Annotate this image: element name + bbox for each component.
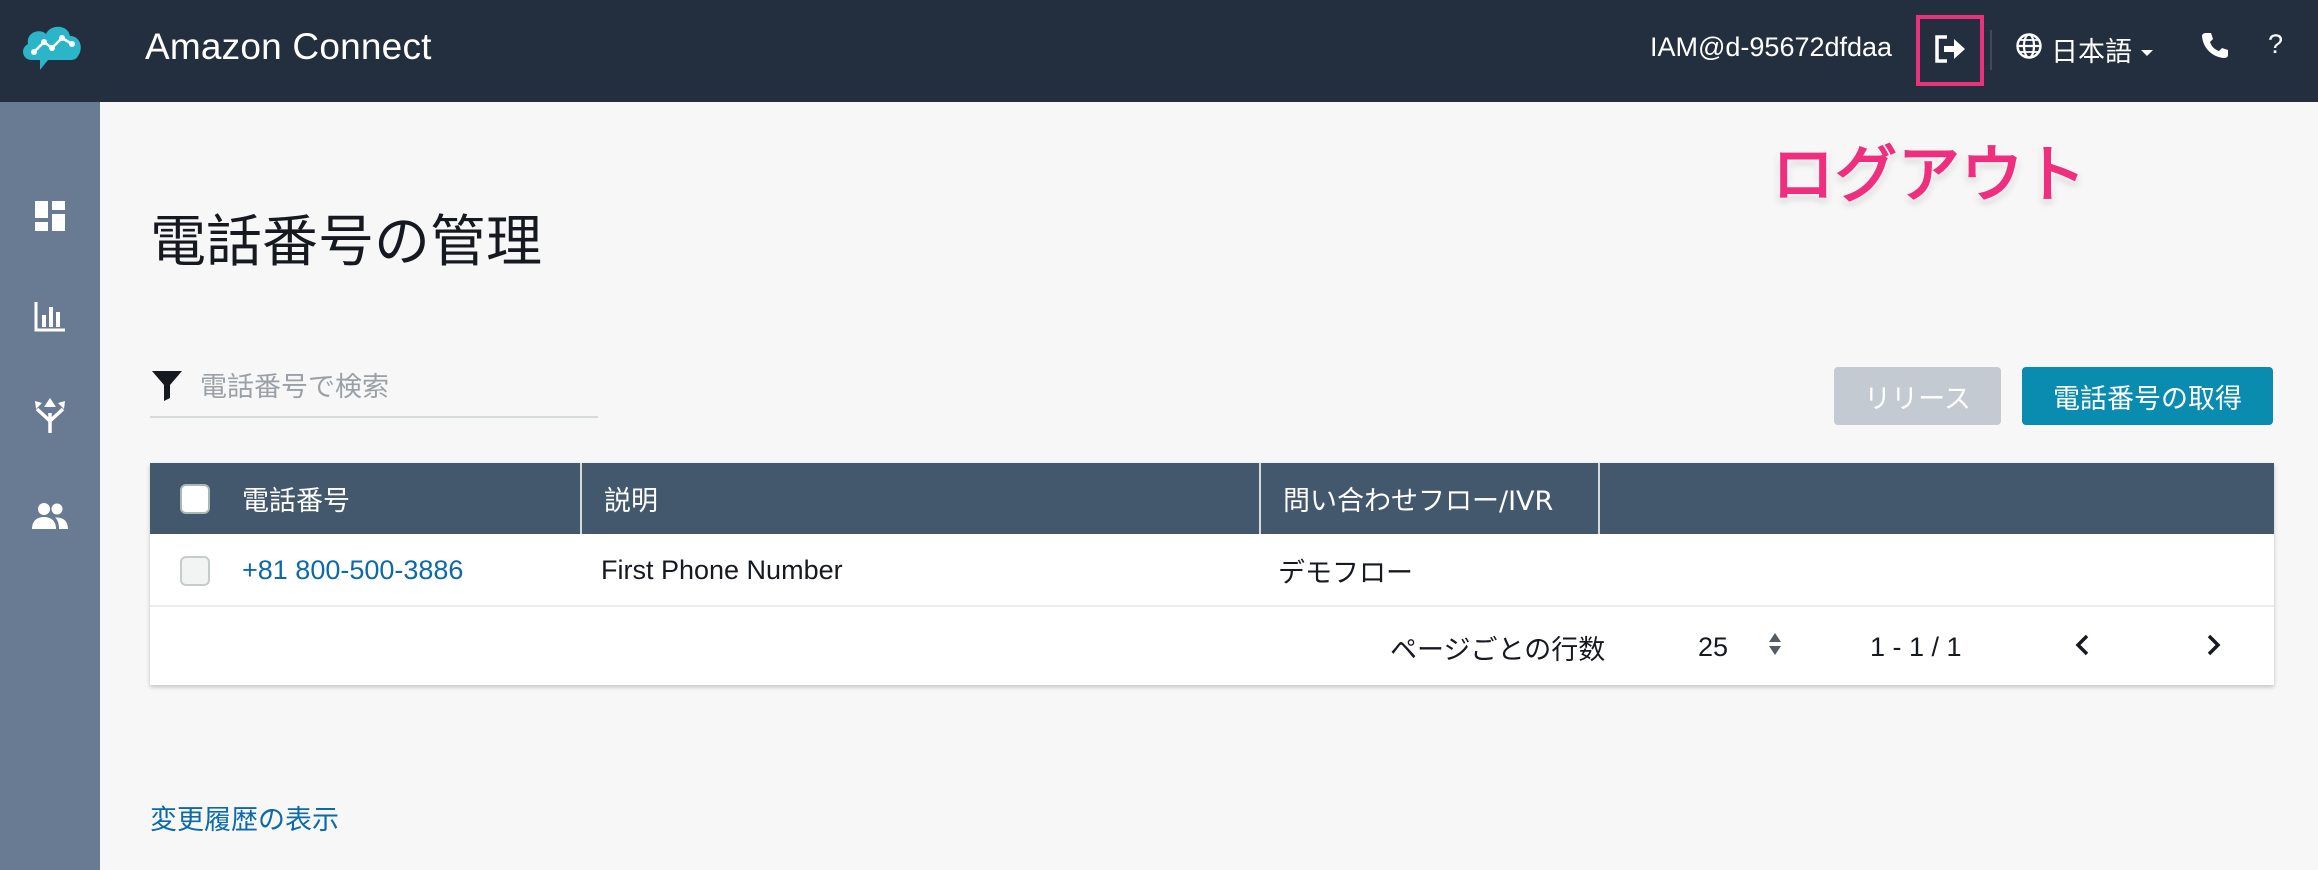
search-input[interactable] bbox=[200, 371, 580, 403]
chevron-left-icon bbox=[2074, 633, 2090, 661]
column-header-label[interactable]: 問い合わせフロー/IVR bbox=[1283, 479, 1553, 518]
left-sidebar bbox=[0, 102, 100, 870]
column-header-phone: 電話番号 bbox=[150, 463, 582, 534]
user-id-label: IAM@d-95672dfdaa bbox=[1650, 32, 1893, 62]
page-range-label: 1 - 1 / 1 bbox=[1870, 631, 1962, 662]
help-button[interactable]: ? bbox=[2268, 29, 2283, 60]
row-checkbox[interactable] bbox=[180, 555, 210, 586]
column-header-description: 説明 bbox=[582, 463, 1261, 534]
globe-icon bbox=[2015, 32, 2043, 67]
search-bar bbox=[150, 358, 598, 418]
rows-per-page-label: ページごとの行数 bbox=[1390, 634, 1606, 666]
caret-down-icon bbox=[2140, 34, 2154, 65]
sidebar-item-routing[interactable] bbox=[30, 398, 70, 438]
pagination-bar: ページごとの行数 25 1 - 1 / 1 bbox=[150, 609, 2274, 685]
next-page-button[interactable] bbox=[2194, 627, 2234, 667]
flow-cell: デモフロー bbox=[1278, 558, 1413, 588]
top-navigation-bar: Amazon Connect IAM@d-95672dfdaa 日本語 ? bbox=[0, 0, 2318, 102]
column-header-flow: 問い合わせフロー/IVR bbox=[1261, 463, 1600, 534]
header-divider bbox=[1990, 30, 1992, 70]
language-label: 日本語 bbox=[2051, 37, 2132, 68]
acquire-phone-number-button[interactable]: 電話番号の取得 bbox=[2022, 367, 2273, 425]
table-header: 電話番号 説明 問い合わせフロー/IVR bbox=[150, 463, 2274, 534]
select-all-checkbox[interactable] bbox=[180, 483, 210, 514]
rows-per-page-value: 25 bbox=[1698, 631, 1729, 662]
amazon-connect-logo-icon[interactable] bbox=[18, 18, 88, 78]
sort-arrows-icon bbox=[1768, 631, 1782, 664]
sidebar-item-users[interactable] bbox=[30, 498, 70, 538]
previous-page-button[interactable] bbox=[2062, 627, 2102, 667]
phone-icon bbox=[2200, 33, 2230, 64]
table-row: +81 800-500-3886 First Phone Number デモフロ… bbox=[150, 534, 2274, 607]
phone-number-link[interactable]: +81 800-500-3886 bbox=[242, 534, 463, 607]
release-button[interactable]: リリース bbox=[1834, 367, 2001, 425]
page-title: 電話番号の管理 bbox=[150, 210, 542, 275]
rows-per-page-select[interactable]: 25 bbox=[1698, 609, 1782, 685]
users-icon bbox=[31, 501, 69, 535]
language-selector[interactable]: 日本語 bbox=[2015, 30, 2154, 69]
sidebar-item-metrics[interactable] bbox=[30, 298, 70, 338]
description-cell: First Phone Number bbox=[601, 555, 843, 585]
column-header-label[interactable]: 電話番号 bbox=[242, 479, 350, 518]
phone-number-table: 電話番号 説明 問い合わせフロー/IVR +81 800-500-3886 Fi… bbox=[150, 463, 2274, 685]
dashboard-icon bbox=[33, 199, 67, 237]
chevron-right-icon bbox=[2206, 633, 2222, 661]
phone-button[interactable] bbox=[2200, 30, 2230, 64]
logout-annotation-label: ログアウト bbox=[1772, 141, 2088, 210]
sidebar-item-dashboard[interactable] bbox=[30, 198, 70, 238]
row-checkbox-cell bbox=[180, 534, 210, 607]
metrics-chart-icon bbox=[33, 299, 67, 337]
view-change-history-link[interactable]: 変更履歴の表示 bbox=[150, 798, 339, 837]
app-title: Amazon Connect bbox=[145, 26, 432, 67]
filter-icon bbox=[150, 368, 184, 406]
routing-icon bbox=[33, 397, 67, 439]
logout-button[interactable] bbox=[1916, 15, 1984, 86]
logout-icon bbox=[1933, 34, 1967, 68]
column-header-label[interactable]: 説明 bbox=[604, 479, 658, 518]
